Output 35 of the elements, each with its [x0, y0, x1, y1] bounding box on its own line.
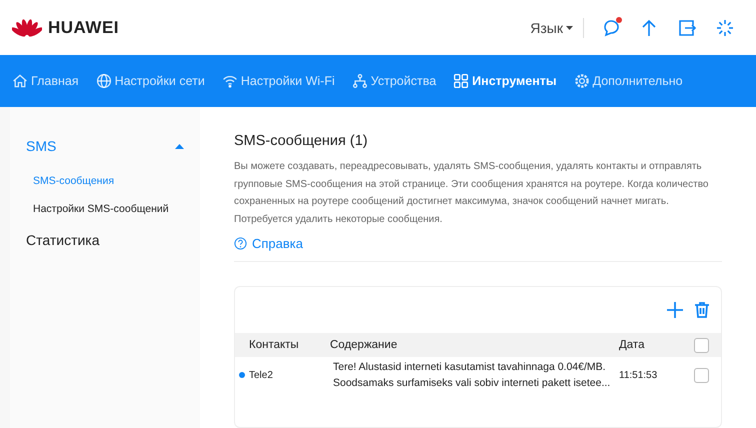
trash-icon[interactable] — [695, 302, 709, 318]
page-title: SMS-сообщения (1) — [234, 133, 369, 149]
column-header: Контакты — [248, 339, 300, 351]
column-header: Дата — [619, 339, 646, 351]
brand-name: HUAWEI — [48, 18, 119, 38]
collapse-caret-icon — [175, 144, 184, 148]
wifi-icon — [222, 73, 238, 89]
add-icon[interactable] — [667, 302, 683, 318]
column-header: Содержание — [330, 339, 398, 351]
nav-tab[interactable]: Дополнительно — [574, 73, 683, 89]
date-cell-text: 11:51:53 — [619, 370, 658, 380]
sidebar-section[interactable]: SMS — [26, 135, 184, 157]
settings-icon — [574, 73, 590, 89]
nav-tab[interactable]: Устройства — [352, 73, 436, 89]
contact-cell: Tele2 — [249, 370, 273, 380]
row-checkbox[interactable] — [694, 368, 709, 382]
help-link[interactable]: Справка — [234, 236, 303, 251]
grid-icon — [453, 73, 470, 89]
help-icon — [234, 237, 247, 250]
network-devices-icon — [352, 73, 368, 89]
description: Вы можете создавать, переадресовывать, удалять SMS-сообщения, удалять контакты и отправлять групповые SMS-сообщения на этой странице. Эти сообщения хранятся на роутере. Когда количество сохраненных на роутере сообщений достигнет максимума, значок сообщений начнет мигать. Потребуется удалить некоторые сообщения. — [234, 160, 710, 226]
language-dropdown[interactable]: Язык — [530, 18, 584, 38]
nav-tab[interactable]: Инструменты — [453, 73, 557, 89]
nav-tab[interactable]: Главная — [12, 73, 79, 89]
nav-tab[interactable]: Настройки сети — [96, 73, 205, 89]
sidebar-item[interactable]: SMS-сообщения — [26, 167, 184, 195]
nav-tab[interactable]: Настройки Wi-Fi — [222, 73, 335, 89]
globe-icon — [96, 73, 112, 89]
select-all-checkbox[interactable] — [694, 338, 709, 352]
message-cell[interactable]: Tere! Alustasid interneti kasutamist tavahinnaga 0.04€/MB. Soodsamaks surfamiseks vali sobiv interneti pakett isetee... — [330, 359, 619, 391]
home-icon — [12, 73, 28, 89]
sidebar-section[interactable]: Статистика — [26, 229, 184, 251]
sidebar-item[interactable]: Настройки SMS-сообщений — [26, 195, 184, 223]
logo-icon — [12, 16, 42, 38]
caret-icon — [566, 26, 573, 30]
